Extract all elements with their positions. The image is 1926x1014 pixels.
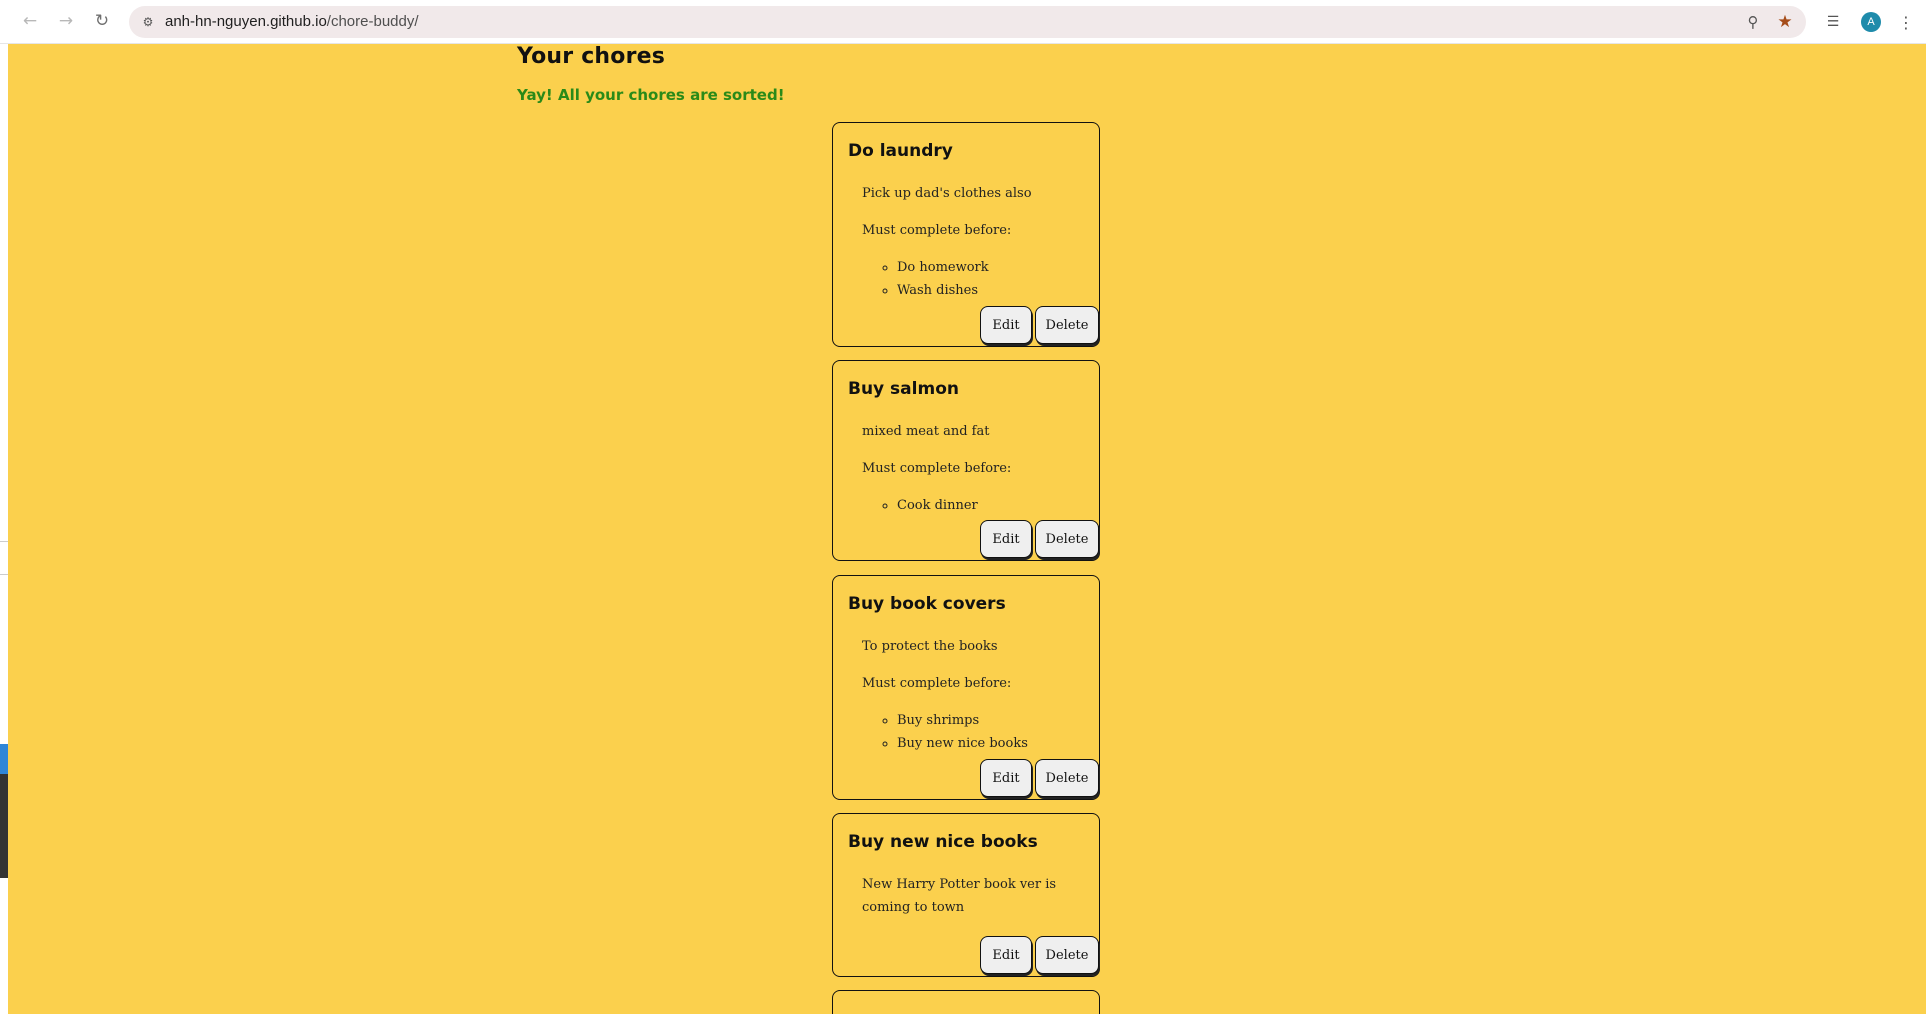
url-text[interactable]: anh-hn-nguyen.github.io/chore-buddy/ [165, 6, 419, 38]
reading-list-icon[interactable]: ☰ [1822, 11, 1844, 33]
delete-button[interactable]: Delete [1035, 759, 1099, 797]
url-host: anh-hn-nguyen.github.io [165, 13, 327, 30]
edge-divider [0, 541, 8, 542]
dependency-item: Cook dinner [897, 494, 978, 517]
forward-arrow-icon[interactable]: → [55, 10, 77, 32]
chore-title: Do laundry [848, 141, 953, 161]
dependency-label: Must complete before: [862, 223, 1012, 238]
edge-window-fragment [0, 774, 8, 878]
address-bar[interactable]: ⚙ anh-hn-nguyen.github.io/chore-buddy/ ⚲… [129, 6, 1806, 38]
zoom-icon[interactable]: ⚲ [1742, 11, 1764, 33]
chore-description: New Harry Potter book ver is coming to t… [862, 877, 1057, 915]
page-title: Your chores [517, 44, 666, 69]
chore-card: Buy new nice books New Harry Potter book… [832, 813, 1100, 977]
back-arrow-icon[interactable]: ← [19, 10, 41, 32]
page-viewport: Your chores Yay! All your chores are sor… [8, 44, 1926, 1014]
chore-card: Do laundry Pick up dad's clothes also Mu… [832, 122, 1100, 347]
chore-description: To protect the books [862, 639, 998, 654]
dependency-list: Do homework Wash dishes [862, 256, 989, 302]
delete-button[interactable]: Delete [1035, 936, 1099, 974]
chore-card: Buy book covers To protect the books Mus… [832, 575, 1100, 800]
dependency-item: Wash dishes [897, 279, 989, 302]
edit-button[interactable]: Edit [980, 520, 1032, 558]
more-menu-icon[interactable]: ⋮ [1896, 11, 1916, 33]
dependency-label: Must complete before: [862, 676, 1012, 691]
chore-description: Pick up dad's clothes also [862, 186, 1032, 201]
delete-button[interactable]: Delete [1035, 520, 1099, 558]
left-edge-strip [0, 44, 8, 1014]
bookmark-star-icon[interactable]: ★ [1774, 11, 1796, 33]
edge-divider [0, 574, 8, 575]
dependency-label: Must complete before: [862, 461, 1012, 476]
chore-description: mixed meat and fat [862, 424, 990, 439]
dependency-item: Buy shrimps [897, 709, 1028, 732]
url-path: /chore-buddy/ [326, 13, 419, 30]
chore-title: Buy book covers [848, 594, 1006, 614]
chore-card: Buy salmon mixed meat and fat Must compl… [832, 360, 1100, 561]
chore-title: Buy new nice books [848, 832, 1038, 852]
dependency-list: Cook dinner [862, 494, 978, 517]
reload-icon[interactable]: ↻ [91, 10, 113, 32]
edit-button[interactable]: Edit [980, 936, 1032, 974]
edit-button[interactable]: Edit [980, 759, 1032, 797]
edge-window-fragment [0, 744, 8, 774]
chore-card [832, 990, 1100, 1014]
browser-toolbar: ← → ↻ ⚙ anh-hn-nguyen.github.io/chore-bu… [0, 0, 1926, 44]
site-info-icon[interactable]: ⚙ [137, 11, 159, 33]
chore-title: Buy salmon [848, 379, 959, 399]
profile-avatar[interactable]: A [1861, 12, 1881, 32]
dependency-item: Do homework [897, 256, 989, 279]
dependency-item: Buy new nice books [897, 732, 1028, 755]
edit-button[interactable]: Edit [980, 306, 1032, 344]
delete-button[interactable]: Delete [1035, 306, 1099, 344]
dependency-list: Buy shrimps Buy new nice books [862, 709, 1028, 755]
status-message: Yay! All your chores are sorted! [517, 86, 785, 104]
